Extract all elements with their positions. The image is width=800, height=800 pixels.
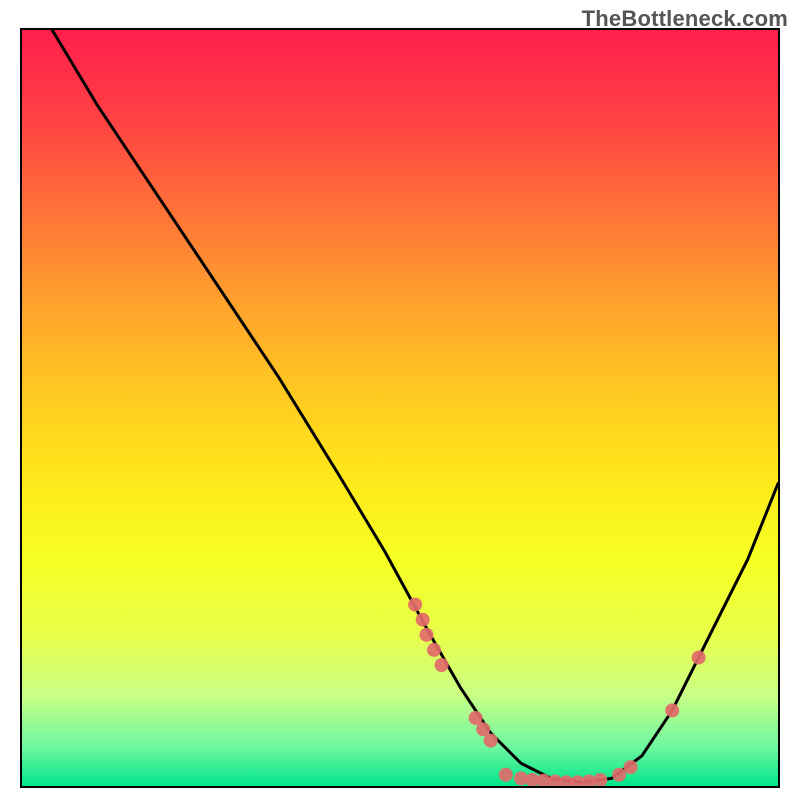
data-marker — [692, 651, 706, 665]
marker-layer — [408, 598, 705, 786]
data-marker — [420, 628, 434, 642]
data-marker — [612, 768, 626, 782]
chart-frame: TheBottleneck.com — [0, 0, 800, 800]
data-marker — [484, 734, 498, 748]
chart-svg — [22, 30, 778, 786]
plot-area — [20, 28, 780, 788]
data-marker — [435, 658, 449, 672]
data-marker — [665, 703, 679, 717]
bottleneck-curve — [52, 30, 778, 782]
data-marker — [416, 613, 430, 627]
data-marker — [427, 643, 441, 657]
data-marker — [624, 760, 638, 774]
curve-layer — [52, 30, 778, 782]
data-marker — [593, 773, 607, 786]
data-marker — [499, 768, 513, 782]
data-marker — [408, 598, 422, 612]
